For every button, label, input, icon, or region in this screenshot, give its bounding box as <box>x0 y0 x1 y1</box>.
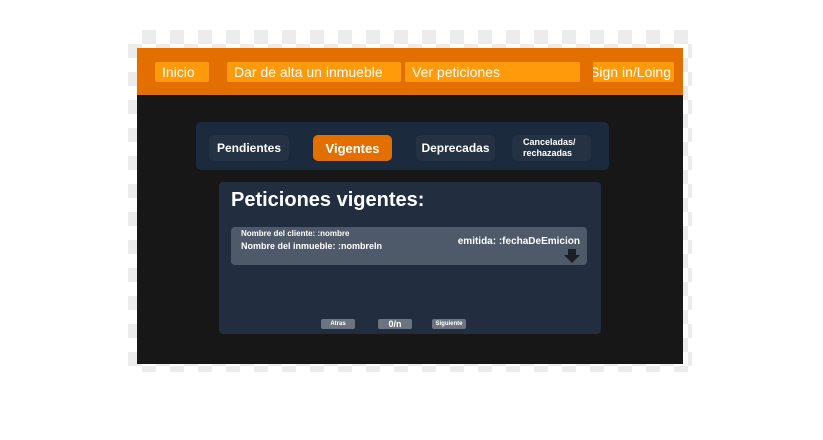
top-navbar: Inicio Dar de alta un inmueble Ver petic… <box>137 48 683 95</box>
next-page-button[interactable]: Siguiente <box>432 319 466 329</box>
issued-date: emitida: :fechaDeEmicion <box>457 236 580 247</box>
property-name: Nombre del inmueble: :nombreIn <box>241 241 383 251</box>
page-title: Peticiones vigentes: <box>231 189 425 211</box>
tab-active[interactable]: Vigentes <box>313 135 392 161</box>
tab-deprecated[interactable]: Deprecadas <box>416 135 495 161</box>
nav-sign-in-button[interactable]: Sign in/Loing <box>593 62 674 82</box>
nav-view-requests-button[interactable]: Ver peticiones <box>405 62 580 82</box>
requests-panel: Peticiones vigentes: Nombre del cliente:… <box>219 182 601 334</box>
tab-pending[interactable]: Pendientes <box>209 135 289 161</box>
download-icon[interactable] <box>563 247 581 265</box>
client-name: Nombre del cliente: :nombre <box>241 229 350 238</box>
status-tabs: Pendientes Vigentes Deprecadas Cancelada… <box>196 122 609 170</box>
nav-sign-in-label: Sign in/Loing <box>593 64 671 80</box>
tab-cancelled[interactable]: Canceladas/ rechazadas <box>512 135 591 161</box>
nav-home-button[interactable]: Inicio <box>155 62 209 82</box>
request-card[interactable]: Nombre del cliente: :nombre Nombre del i… <box>231 227 587 265</box>
page-counter: 0/n <box>378 319 412 329</box>
app-frame: Inicio Dar de alta un inmueble Ver petic… <box>137 48 683 364</box>
previous-page-button[interactable]: Atras <box>321 319 355 329</box>
nav-add-property-button[interactable]: Dar de alta un inmueble <box>227 62 401 82</box>
tab-cancelled-label: Canceladas/ rechazadas <box>523 137 576 159</box>
tab-cancelled-line-2: rechazadas <box>523 148 573 158</box>
tab-cancelled-line-1: Canceladas/ <box>523 137 576 147</box>
